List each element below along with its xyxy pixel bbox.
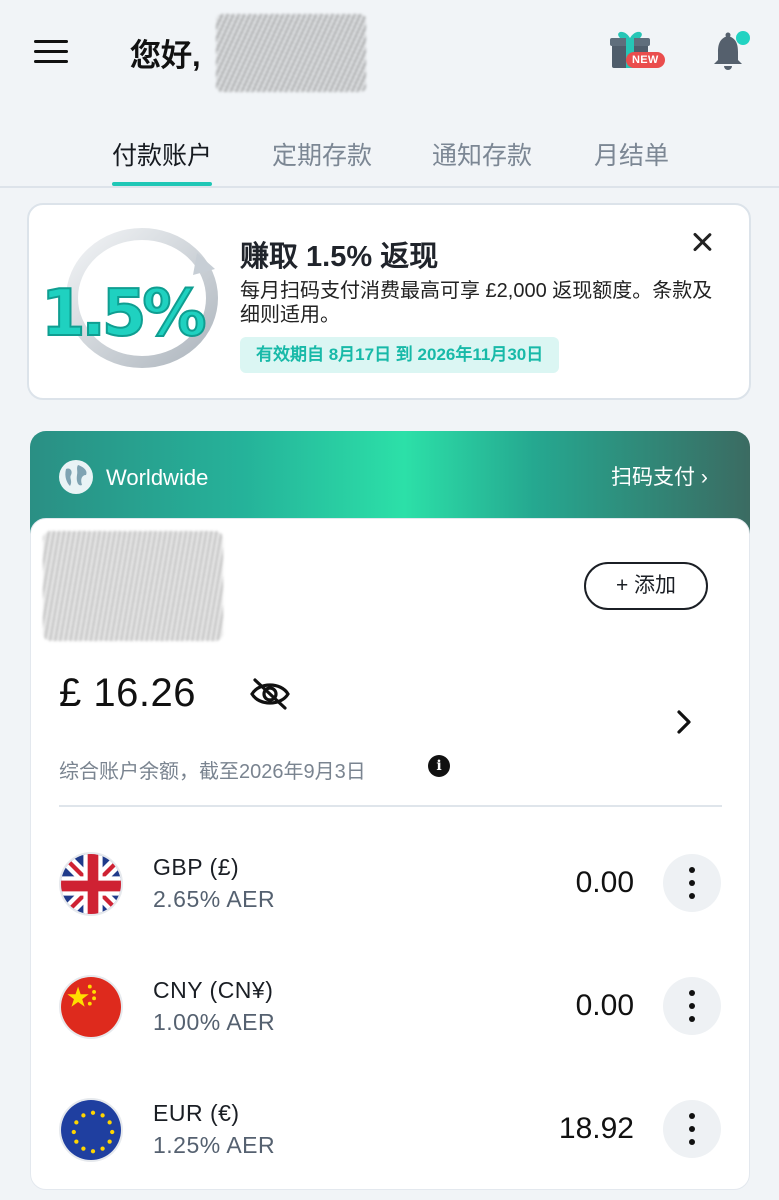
info-icon[interactable]: i	[428, 755, 450, 777]
active-tab-indicator	[112, 182, 212, 186]
currency-row-gbp[interactable]: GBP (£) 2.65% AER 0.00	[31, 822, 751, 942]
currency-balance: 0.00	[575, 866, 634, 899]
balance-as-of-note: 综合账户余额，截至2026年9月3日	[59, 761, 366, 783]
currency-interest-rate: 1.25% AER	[153, 1132, 276, 1158]
currency-interest-rate: 2.65% AER	[153, 886, 276, 912]
promo-art-text: 1.5%	[41, 277, 205, 351]
account-type-label: Worldwide	[106, 465, 209, 490]
close-icon[interactable]	[689, 229, 715, 255]
currency-name: EUR (€)	[153, 1100, 240, 1126]
globe-icon	[59, 460, 93, 494]
uk-flag-icon	[59, 852, 123, 916]
eu-flag-icon	[59, 1098, 123, 1162]
currency-name: CNY (CN¥)	[153, 977, 274, 1003]
promo-validity-badge: 有效期自 8月17日 到 2026年11月30日	[240, 337, 560, 373]
more-options-icon[interactable]	[663, 977, 721, 1035]
redacted-user-name	[216, 14, 366, 92]
chevron-right-icon[interactable]	[673, 709, 695, 735]
notification-bell-icon[interactable]	[712, 30, 752, 72]
add-currency-button[interactable]: + 添加	[584, 562, 708, 610]
menu-icon[interactable]	[34, 40, 68, 64]
scan-to-pay-link[interactable]: 扫码支付 ›	[611, 461, 708, 491]
new-badge: NEW	[626, 52, 665, 68]
currency-balance: 18.92	[558, 1112, 634, 1145]
china-flag-icon	[59, 975, 123, 1039]
currency-interest-rate: 1.00% AER	[153, 1009, 276, 1035]
total-balance: £ 16.26	[59, 671, 196, 715]
promo-description: 每月扫码支付消费最高可享 £2,000 返现额度。条款及细则适用。	[240, 280, 713, 326]
currency-balance: 0.00	[575, 989, 634, 1022]
top-bar: 您好, NEW	[0, 0, 779, 110]
tab-payment-account[interactable]: 付款账户	[112, 136, 212, 172]
promo-title: 赚取 1.5% 返现	[240, 241, 439, 273]
currency-name: GBP (£)	[153, 854, 240, 880]
more-options-icon[interactable]	[663, 854, 721, 912]
account-card: + 添加 £ 16.26 综合账户余额，截至2026年9月3日 i GBP (£…	[30, 518, 750, 1190]
divider	[59, 805, 722, 807]
redacted-account-number	[43, 531, 223, 641]
greeting-text: 您好,	[130, 38, 201, 73]
tab-fixed-deposit[interactable]: 定期存款	[272, 136, 372, 172]
cashback-promo-card[interactable]: 1.5% 赚取 1.5% 返现 每月扫码支付消费最高可享 £2,000 返现额度…	[27, 203, 751, 400]
more-options-icon[interactable]	[663, 1100, 721, 1158]
tab-monthly-statement[interactable]: 月结单	[594, 136, 669, 172]
account-tabs: 付款账户 定期存款 通知存款 月结单	[0, 110, 779, 188]
currency-row-eur[interactable]: EUR (€) 1.25% AER 18.92	[31, 1068, 751, 1188]
cashback-illustration: 1.5%	[40, 228, 218, 368]
currency-row-cny[interactable]: CNY (CN¥) 1.00% AER 0.00	[31, 945, 751, 1065]
tab-notice-deposit[interactable]: 通知存款	[432, 136, 532, 172]
hide-balance-eye-icon[interactable]	[249, 677, 291, 711]
